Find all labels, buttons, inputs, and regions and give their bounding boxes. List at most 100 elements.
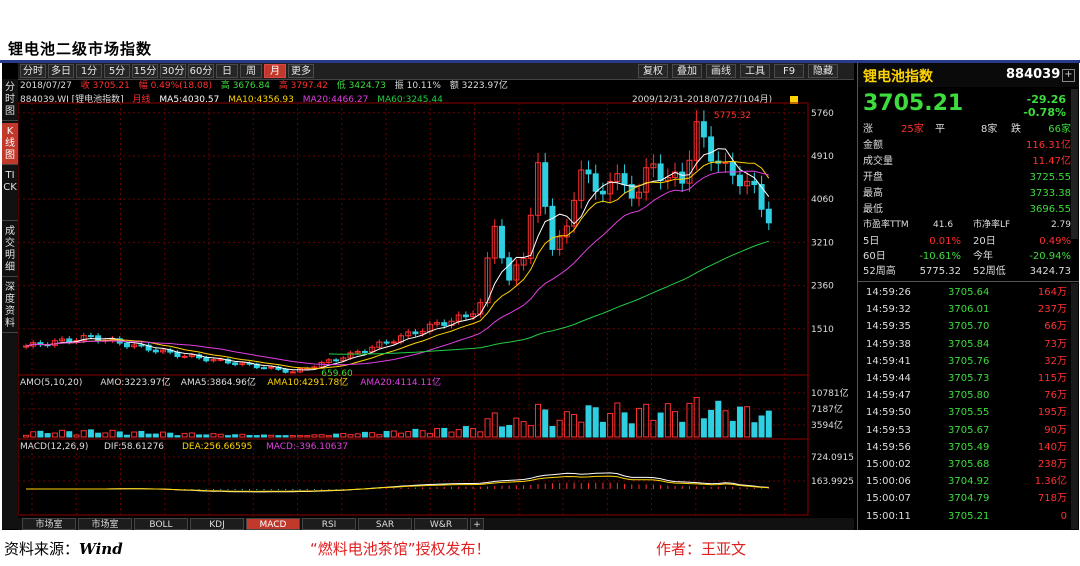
amo-bar [527, 425, 534, 438]
period-button-10[interactable]: 更多 [288, 64, 314, 78]
indicator-tab-3[interactable]: KDJ [190, 518, 244, 530]
source-label: 资料来源： [4, 540, 80, 558]
stat-label: 成交量 [863, 156, 893, 167]
amo-bar [333, 433, 340, 438]
period-button-0[interactable]: 分时 [20, 64, 46, 78]
kline-chart[interactable]: 15102360321040604910576010.0110.0711.011… [18, 79, 854, 519]
amo-bar [210, 433, 217, 438]
amo-bar [66, 431, 73, 438]
add-icon[interactable]: + [1062, 69, 1075, 82]
high-annotation: 5775.32 [714, 111, 751, 121]
side-tab-0[interactable]: 分时图 [2, 79, 18, 121]
amo-bar [239, 433, 246, 438]
side-tab-3[interactable]: 成交明细 [2, 223, 18, 277]
side-tab-2[interactable]: TICK [2, 167, 18, 221]
amo-bar [217, 433, 224, 438]
down-count: 66家 [1048, 124, 1071, 135]
amo-legend-item: AMA5:3864.96亿 [181, 376, 256, 388]
amo-bar [116, 431, 123, 438]
period-button-6[interactable]: 60分 [188, 64, 214, 78]
pb-label: 市净率LF [973, 220, 1011, 230]
stat-value: 3725.55 [1029, 172, 1071, 183]
indicator-tab-6[interactable]: SAR [358, 518, 412, 530]
perf-value: 3424.73 [1029, 266, 1071, 277]
period-button-3[interactable]: 5分 [104, 64, 130, 78]
trade-price: 3705.21 [948, 510, 990, 522]
tool-button-4[interactable]: F9 [774, 64, 804, 78]
panel-scrollbar[interactable] [1071, 89, 1078, 239]
trade-volume: 32万 [1044, 355, 1067, 367]
trade-volume: 115万 [1037, 373, 1067, 384]
side-tab-4[interactable]: 深度资料 [2, 279, 18, 333]
candle-body [333, 359, 340, 362]
stat-value: 3733.38 [1029, 188, 1071, 199]
trade-price: 3705.70 [948, 321, 990, 333]
candle-body [708, 136, 715, 162]
trade-row: 15:00:07 3704.79 718万 [858, 491, 1071, 507]
amo-bar [181, 433, 188, 438]
stat-label: 金额 [863, 140, 883, 151]
indicator-tab-8[interactable]: + [470, 518, 484, 530]
candle-body [542, 162, 549, 207]
amo-bar [87, 429, 94, 438]
amo-bar [275, 435, 282, 438]
indicator-tab-5[interactable]: RSI [302, 518, 356, 530]
indicator-tab-1[interactable]: 市场室 [78, 518, 132, 530]
period-button-9[interactable]: 月 [264, 64, 286, 78]
trade-volume: 164万 [1037, 287, 1067, 298]
amo-bar [412, 428, 419, 438]
period-button-7[interactable]: 日 [216, 64, 238, 78]
macd-legend-item: MACD:-396.10637 [266, 442, 348, 452]
amo-bar [138, 430, 145, 438]
candle-body [751, 180, 758, 186]
amo-bar [736, 406, 743, 438]
terminal-window: 分时 多日 1分 5分 15分 30分 60分日周月更多 复权 叠加 画线 工具 F9 隐藏 分时图 K线… [2, 63, 1079, 530]
indicator-tab-0[interactable]: 市场室 [22, 518, 76, 530]
amo-bar [599, 421, 606, 438]
perf-value: 0.49% [1039, 236, 1071, 247]
amo-bar [188, 432, 195, 438]
side-tab-1[interactable]: K线图 [2, 123, 18, 165]
trades-scrollbar[interactable] [1071, 283, 1078, 529]
amo-bar [354, 433, 361, 438]
amo-bar [131, 431, 138, 438]
period-button-4[interactable]: 15分 [132, 64, 158, 78]
tool-button-5[interactable]: 隐藏 [808, 64, 838, 78]
perf-label: 52周高 [863, 266, 896, 277]
tool-button-2[interactable]: 画线 [706, 64, 736, 78]
amo-bar [758, 415, 765, 438]
candle-body [289, 371, 296, 374]
indicator-tab-7[interactable]: W&R [414, 518, 468, 530]
perf-label: 今年 [973, 251, 993, 262]
amo-bar [765, 410, 772, 438]
trade-volume: 73万 [1044, 338, 1067, 350]
amo-bar [520, 421, 527, 438]
indicator-tab-4[interactable]: MACD [246, 518, 300, 530]
trade-price: 3705.49 [948, 441, 990, 453]
trade-price: 3706.01 [948, 304, 990, 316]
price-axis-label: 4910 [811, 152, 834, 162]
tool-button-0[interactable]: 复权 [638, 64, 668, 78]
trade-time: 15:00:07 [866, 493, 911, 505]
amo-bar [455, 429, 462, 438]
tool-button-1[interactable]: 叠加 [672, 64, 702, 78]
period-button-1[interactable]: 多日 [48, 64, 74, 78]
trade-price: 3704.79 [948, 493, 990, 505]
period-button-2[interactable]: 1分 [76, 64, 102, 78]
period-button-8[interactable]: 周 [240, 64, 262, 78]
tool-button-3[interactable]: 工具 [740, 64, 770, 78]
up-count: 25家 [901, 124, 924, 135]
period-button-5[interactable]: 30分 [160, 64, 186, 78]
amo-bar [167, 432, 174, 438]
trade-time: 15:00:02 [866, 459, 911, 470]
candle-body [585, 169, 592, 175]
amo-bar [614, 402, 621, 438]
amo-bar [30, 431, 37, 438]
candle-body [268, 366, 275, 369]
indicator-tab-2[interactable]: BOLL [134, 518, 188, 530]
candle-body [441, 322, 448, 326]
stat-value: 116.31亿 [1026, 140, 1071, 151]
trade-volume: 195万 [1037, 407, 1067, 419]
candle-body [549, 205, 556, 250]
panel-divider [858, 281, 1079, 282]
